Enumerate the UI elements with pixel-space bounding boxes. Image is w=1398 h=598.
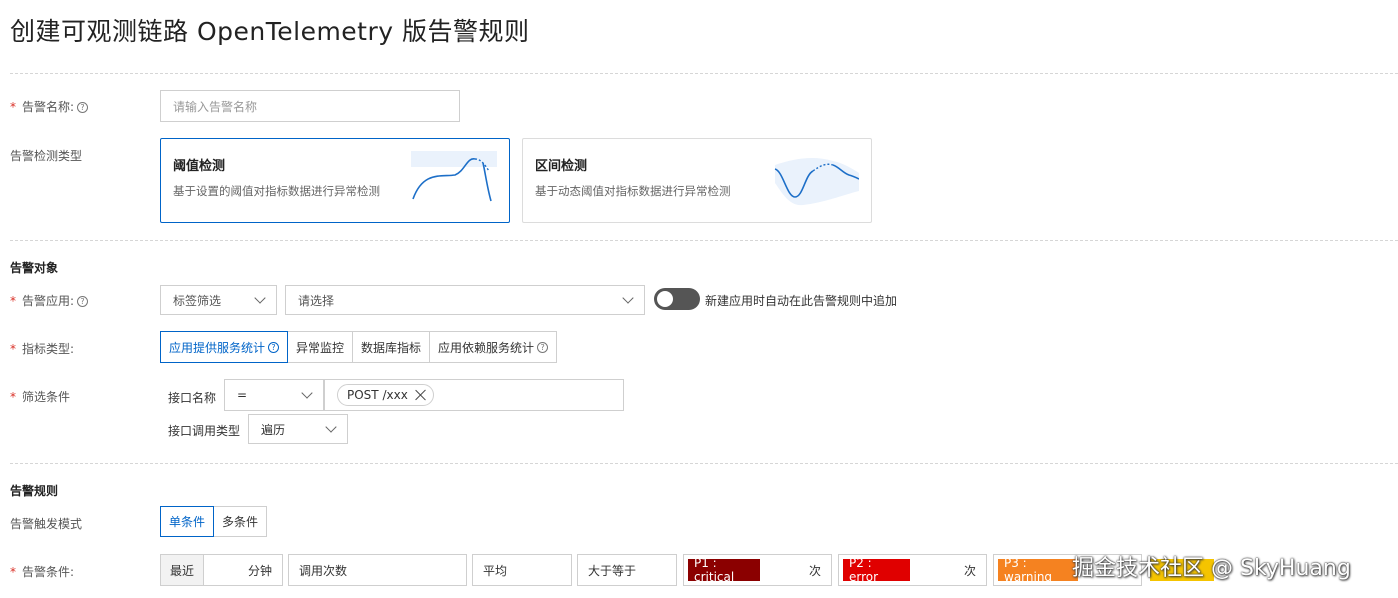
- metric-type-option[interactable]: 应用提供服务统计?: [160, 331, 289, 363]
- severity-badge-p1: P1 : critical: [688, 556, 760, 584]
- operator-select[interactable]: =: [224, 379, 324, 411]
- alert-name-input[interactable]: 请输入告警名称: [160, 90, 460, 122]
- filter-field-name: 接口调用类型: [168, 424, 241, 438]
- threshold-chart-icon: [411, 151, 497, 202]
- filter-field-name: 接口名称: [168, 391, 217, 405]
- card-desc: 基于设置的阈值对指标数据进行异常检测: [173, 184, 380, 198]
- trigger-mode-option[interactable]: 单条件: [160, 506, 215, 537]
- trigger-mode-group: 单条件 多条件: [160, 506, 268, 537]
- detect-type-label: 告警检测类型: [10, 149, 83, 163]
- filter-tag: POST /xxx: [337, 384, 434, 406]
- chevron-down-icon: [622, 292, 634, 304]
- p1-threshold-input[interactable]: P1 : critical 次: [683, 554, 832, 586]
- trigger-mode-option[interactable]: 多条件: [213, 506, 268, 537]
- metric-type-option[interactable]: 数据库指标: [352, 331, 431, 363]
- alert-condition-label: * 告警条件:: [10, 565, 75, 579]
- interval-chart-icon: [774, 158, 859, 206]
- filter-label: * 筛选条件: [10, 390, 71, 404]
- required-mark: *: [10, 294, 16, 308]
- card-title: 区间检测: [535, 159, 588, 174]
- close-icon[interactable]: [415, 389, 427, 401]
- help-icon[interactable]: ?: [77, 296, 89, 307]
- divider: [10, 463, 1398, 464]
- auto-append-toggle[interactable]: [654, 288, 700, 310]
- metric-type-option[interactable]: 异常监控: [287, 331, 354, 363]
- severity-badge-p3: P3 : warning: [998, 556, 1078, 584]
- required-mark: *: [10, 390, 16, 404]
- metric-select[interactable]: 调用次数: [288, 554, 467, 586]
- threshold-detect-card[interactable]: 阈值检测 基于设置的阈值对指标数据进行异常检测: [160, 138, 510, 223]
- help-icon[interactable]: ?: [268, 341, 280, 353]
- help-icon[interactable]: ?: [537, 341, 549, 353]
- watermark: 掘金技术社区 @ SkyHuang: [1072, 556, 1351, 581]
- required-mark: *: [10, 342, 16, 356]
- tag-filter-select[interactable]: 标签筛选: [160, 285, 277, 315]
- call-type-select[interactable]: 遍历: [248, 414, 348, 444]
- toggle-knob: [657, 291, 673, 307]
- page-title: 创建可观测链路 OpenTelemetry 版告警规则: [10, 17, 530, 46]
- severity-badge-p2: P2 : error: [843, 556, 910, 584]
- app-select[interactable]: 请选择: [285, 285, 645, 315]
- trigger-mode-label: 告警触发模式: [10, 517, 83, 531]
- card-title: 阈值检测: [173, 159, 226, 174]
- section-title-target: 告警对象: [10, 261, 59, 275]
- chevron-down-icon: [301, 387, 313, 399]
- alert-name-label: * 告警名称:?: [10, 98, 89, 115]
- p2-threshold-input[interactable]: P2 : error 次: [838, 554, 987, 586]
- chevron-down-icon: [254, 292, 266, 304]
- divider: [10, 73, 1398, 74]
- filter-tag-input[interactable]: POST /xxx: [324, 379, 624, 411]
- auto-append-label: 新建应用时自动在此告警规则中追加: [705, 294, 898, 308]
- recent-minutes-input[interactable]: 最近 分钟: [160, 554, 283, 586]
- help-icon[interactable]: ?: [77, 102, 89, 113]
- comparator-select[interactable]: 大于等于: [577, 554, 677, 586]
- card-desc: 基于动态阈值对指标数据进行异常检测: [535, 184, 731, 198]
- section-title-rules: 告警规则: [10, 484, 59, 498]
- chevron-down-icon: [325, 421, 337, 433]
- alert-app-label: * 告警应用:?: [10, 292, 89, 309]
- aggregation-select[interactable]: 平均: [472, 554, 572, 586]
- metric-type-group: 应用提供服务统计? 异常监控 数据库指标 应用依赖服务统计?: [160, 331, 558, 363]
- divider: [10, 240, 1398, 241]
- metric-type-label: * 指标类型:: [10, 342, 75, 356]
- metric-type-option[interactable]: 应用依赖服务统计?: [429, 331, 558, 363]
- interval-detect-card[interactable]: 区间检测 基于动态阈值对指标数据进行异常检测: [522, 138, 872, 223]
- required-mark: *: [10, 565, 16, 579]
- required-mark: *: [10, 100, 16, 114]
